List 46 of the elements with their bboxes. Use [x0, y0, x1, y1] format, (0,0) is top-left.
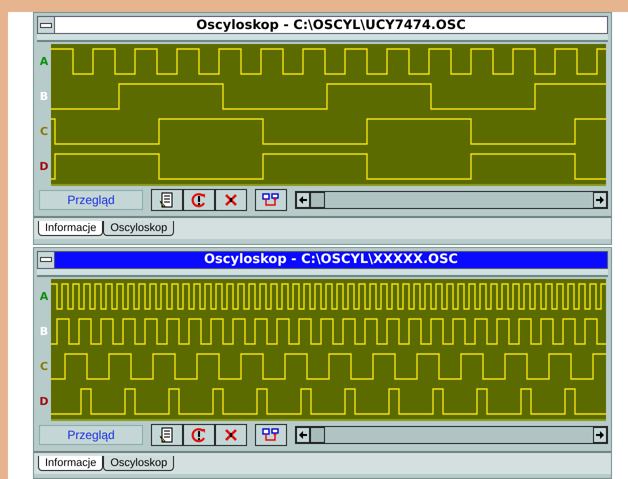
system-menu-button[interactable]	[37, 250, 55, 268]
notes-button[interactable]	[151, 189, 183, 211]
tab[interactable]: Informacje	[38, 221, 104, 236]
refresh-button[interactable]	[183, 424, 215, 446]
scroll-left-button[interactable]	[296, 192, 310, 208]
horizontal-scrollbar[interactable]	[295, 191, 608, 209]
channel-label: A	[38, 54, 50, 70]
refresh-icon	[191, 192, 207, 208]
channel-label: B	[38, 89, 50, 105]
left-arrow-icon	[299, 430, 307, 438]
channel-label: A	[38, 288, 50, 304]
tab[interactable]: Oscyloskop	[103, 221, 174, 236]
tab[interactable]: Oscyloskop	[103, 456, 174, 470]
delete-button[interactable]	[215, 424, 247, 446]
document-icon	[159, 426, 175, 442]
right-arrow-icon	[596, 430, 604, 438]
window-title: Oscyloskop - C:\OSCYL\XXXXX.OSC	[55, 250, 608, 268]
notes-button[interactable]	[151, 424, 183, 446]
channels-button[interactable]	[255, 189, 287, 211]
right-arrow-icon	[596, 196, 604, 204]
tab[interactable]: Informacje	[38, 456, 104, 470]
close-icon	[223, 426, 239, 442]
channel-label: C	[38, 358, 50, 374]
mode-label: Przegląd	[39, 424, 143, 444]
channel-label: C	[38, 124, 50, 140]
system-menu-button[interactable]	[37, 16, 55, 34]
channels-button[interactable]	[255, 424, 287, 446]
scroll-thumb[interactable]	[310, 426, 325, 442]
scroll-right-button[interactable]	[593, 426, 607, 442]
network-icon	[262, 426, 280, 442]
channel-label: D	[38, 394, 50, 410]
window-title: Oscyloskop - C:\OSCYL\UCY7474.OSC	[55, 16, 608, 34]
left-arrow-icon	[299, 196, 307, 204]
horizontal-scrollbar[interactable]	[295, 426, 608, 444]
refresh-icon	[191, 426, 207, 442]
close-icon	[223, 192, 239, 208]
mode-label: Przegląd	[39, 190, 143, 210]
scroll-right-button[interactable]	[593, 192, 607, 208]
document-icon	[159, 192, 175, 208]
channel-label: D	[38, 159, 50, 175]
delete-button[interactable]	[215, 189, 247, 211]
scroll-left-button[interactable]	[296, 426, 310, 442]
channel-label: B	[38, 324, 50, 340]
scroll-thumb[interactable]	[310, 192, 325, 208]
network-icon	[262, 192, 280, 208]
refresh-button[interactable]	[183, 189, 215, 211]
